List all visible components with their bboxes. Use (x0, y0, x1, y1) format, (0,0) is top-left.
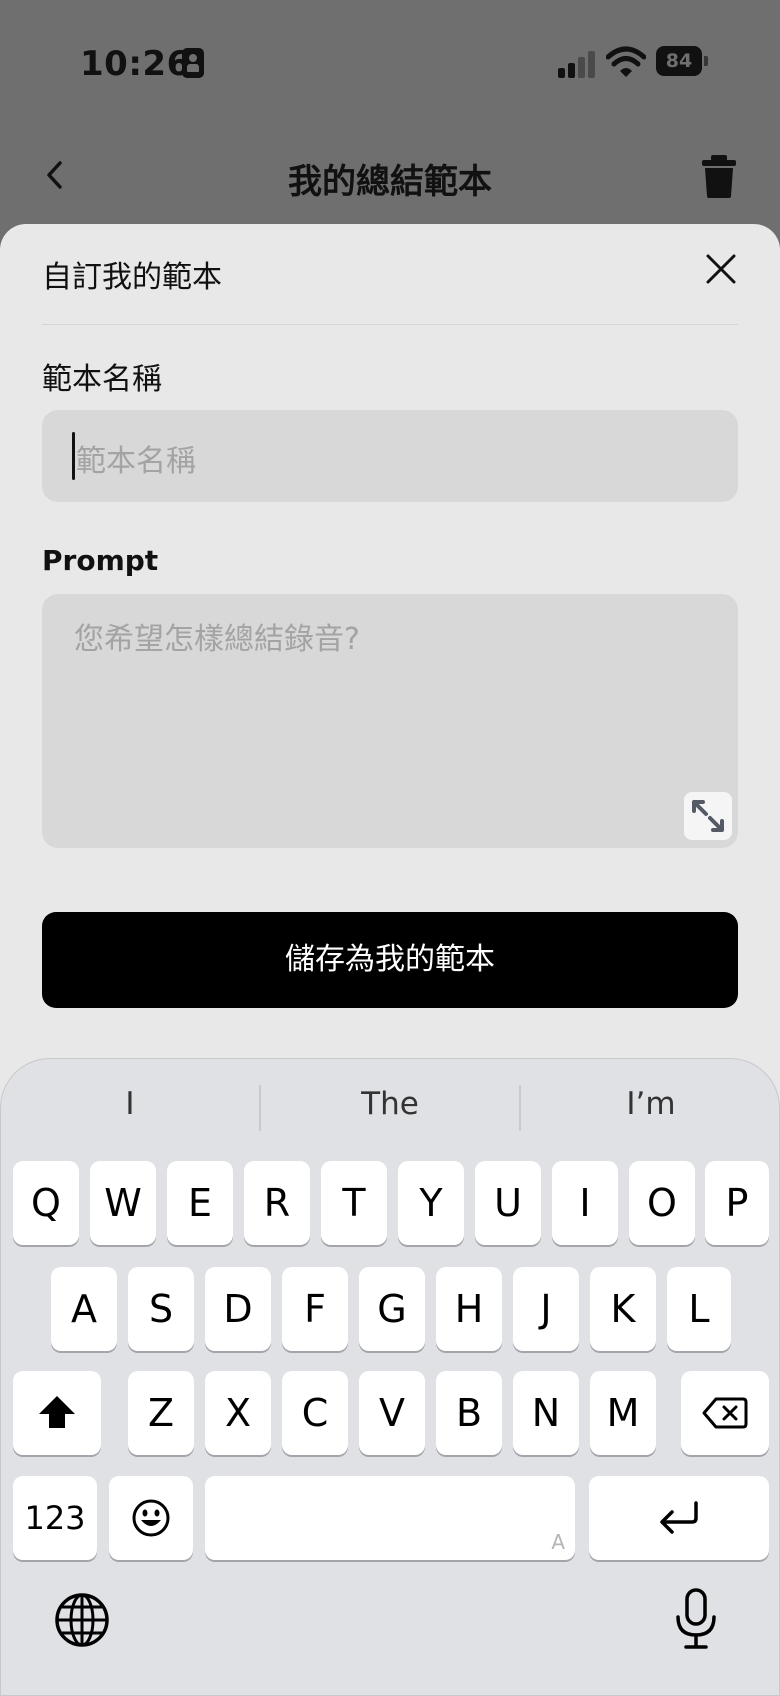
return-key[interactable] (589, 1476, 769, 1560)
suggestion-3[interactable]: I’m (521, 1079, 780, 1129)
contact-badge-icon (182, 48, 204, 78)
key-v[interactable]: V (359, 1371, 425, 1455)
mic-icon[interactable] (673, 1587, 719, 1651)
emoji-key[interactable] (109, 1476, 193, 1560)
template-name-label: 範本名稱 (42, 362, 162, 397)
sheet-title: 自訂我的範本 (42, 260, 222, 295)
key-u[interactable]: U (475, 1161, 541, 1245)
prompt-placeholder: 您希望怎樣總結錄音? (74, 622, 360, 657)
status-bar: 10:26 84 (0, 0, 780, 130)
key-g[interactable]: G (359, 1267, 425, 1351)
return-icon (660, 1501, 698, 1534)
numbers-key[interactable]: 123 (13, 1476, 97, 1560)
key-d[interactable]: D (205, 1267, 271, 1351)
prompt-textarea[interactable]: 您希望怎樣總結錄音? (42, 594, 738, 848)
key-q[interactable]: Q (13, 1161, 79, 1245)
suggestion-2[interactable]: The (261, 1079, 519, 1129)
battery-level: 84 (656, 46, 702, 76)
delete-key[interactable] (681, 1371, 769, 1455)
space-key-mark: A (551, 1530, 565, 1554)
key-o[interactable]: O (629, 1161, 695, 1245)
page-title: 我的總結範本 (288, 162, 492, 202)
wifi-icon (606, 46, 646, 77)
key-z[interactable]: Z (128, 1371, 194, 1455)
key-a[interactable]: A (51, 1267, 117, 1351)
key-l[interactable]: L (667, 1267, 731, 1351)
key-r[interactable]: R (244, 1161, 310, 1245)
key-s[interactable]: S (128, 1267, 194, 1351)
key-x[interactable]: X (205, 1371, 271, 1455)
cellular-signal-icon (558, 50, 598, 78)
divider (42, 324, 738, 325)
shift-key[interactable] (13, 1371, 101, 1455)
globe-icon[interactable] (53, 1591, 111, 1649)
emoji-icon (132, 1499, 170, 1537)
expand-icon (692, 800, 724, 832)
template-name-input[interactable]: 範本名稱 (42, 410, 738, 502)
trash-icon[interactable] (700, 154, 738, 198)
template-name-placeholder: 範本名稱 (76, 444, 196, 479)
key-e[interactable]: E (167, 1161, 233, 1245)
text-caret (72, 432, 75, 480)
battery-icon: 84 (656, 46, 708, 76)
key-c[interactable]: C (282, 1371, 348, 1455)
expand-button[interactable] (684, 792, 732, 840)
suggestion-1[interactable]: I (1, 1079, 259, 1129)
key-n[interactable]: N (513, 1371, 579, 1455)
save-template-button[interactable]: 儲存為我的範本 (42, 912, 738, 1008)
key-w[interactable]: W (90, 1161, 156, 1245)
key-h[interactable]: H (436, 1267, 502, 1351)
delete-icon (702, 1397, 748, 1429)
key-y[interactable]: Y (398, 1161, 464, 1245)
shift-icon (39, 1396, 75, 1428)
key-b[interactable]: B (436, 1371, 502, 1455)
key-j[interactable]: J (513, 1267, 579, 1351)
key-f[interactable]: F (282, 1267, 348, 1351)
status-time: 10:26 (80, 44, 191, 84)
key-t[interactable]: T (321, 1161, 387, 1245)
key-k[interactable]: K (590, 1267, 656, 1351)
close-icon[interactable] (704, 252, 738, 286)
key-m[interactable]: M (590, 1371, 656, 1455)
key-p[interactable]: P (705, 1161, 769, 1245)
nav-bar: 我的總結範本 (0, 140, 780, 210)
space-key[interactable]: A (205, 1476, 575, 1560)
keyboard: I The I’m Q W E R T Y U I O P A S D F G … (0, 1058, 780, 1696)
prompt-label: Prompt (42, 544, 159, 577)
key-i[interactable]: I (552, 1161, 618, 1245)
